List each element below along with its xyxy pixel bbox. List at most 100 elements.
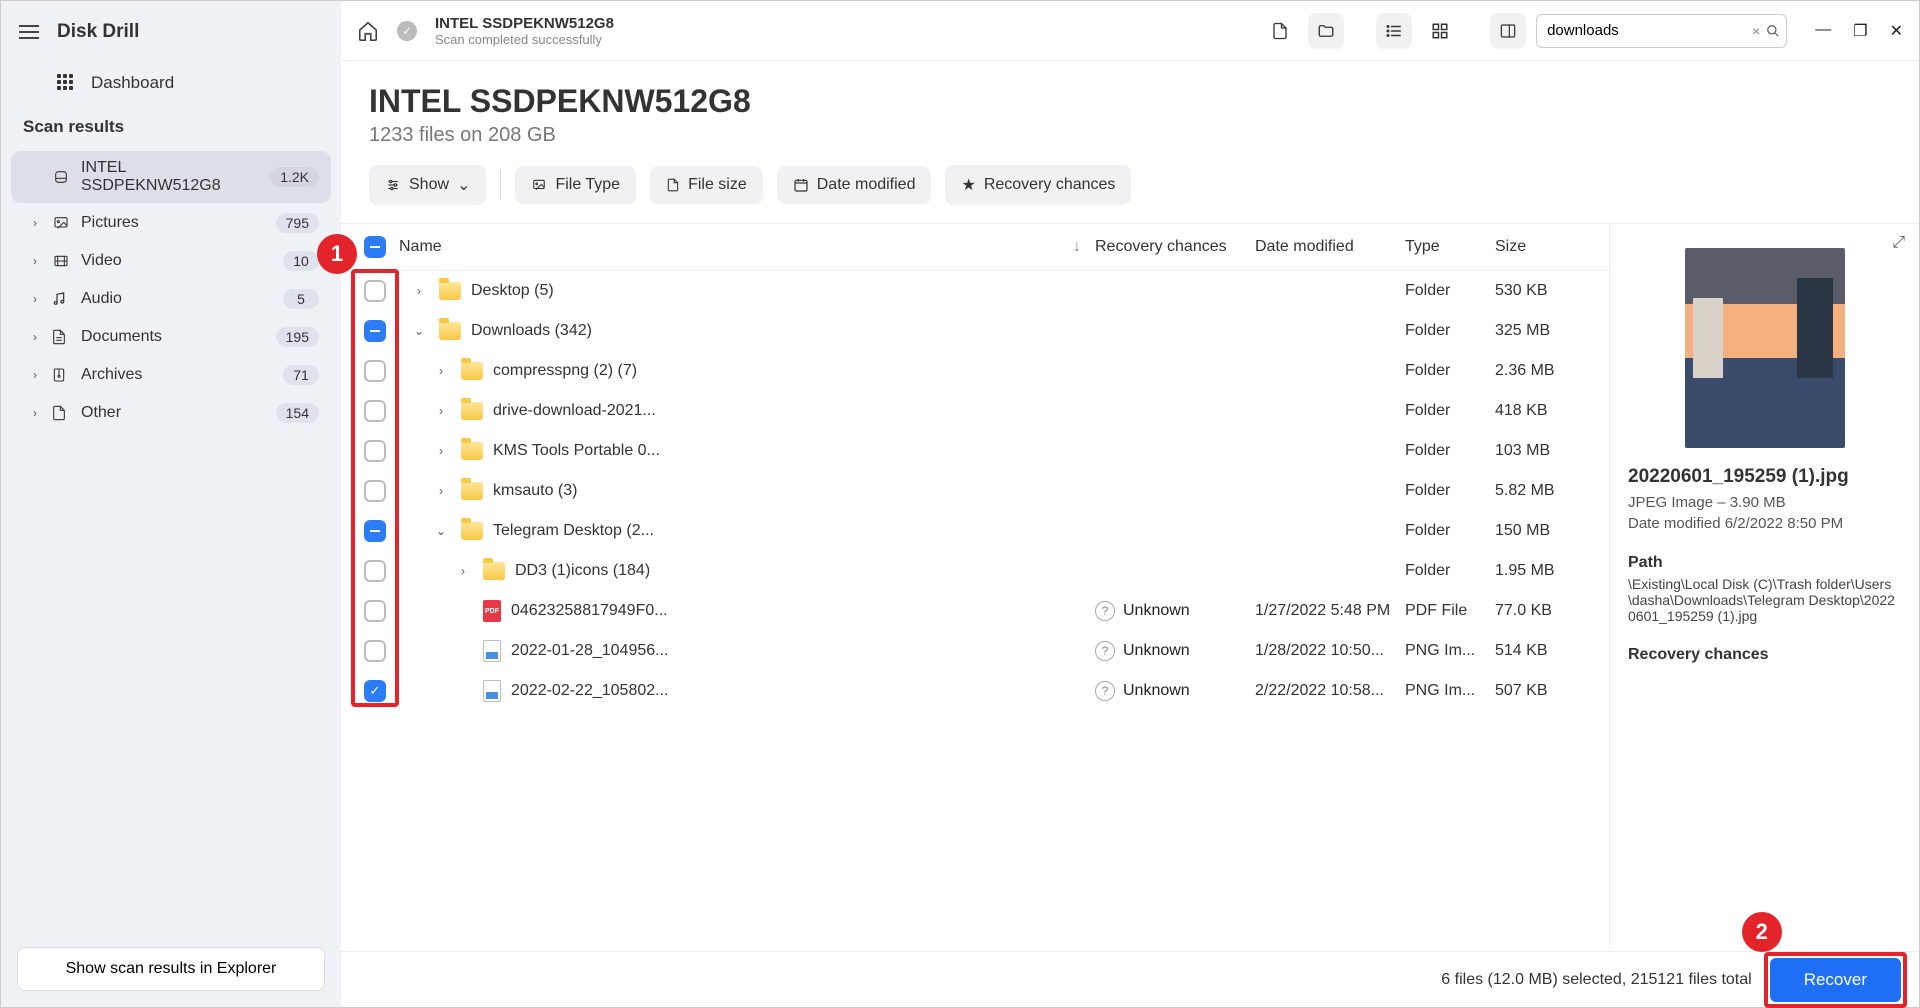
app-title: Disk Drill [57,21,139,43]
size-cell: 507 KB [1495,682,1595,700]
file-row[interactable]: › compresspng (2) (7) Folder 2.36 MB [341,351,1609,391]
size-cell: 514 KB [1495,642,1595,660]
row-checkbox[interactable] [364,560,386,582]
list-view-icon[interactable] [1376,13,1412,49]
grid-view-icon[interactable] [1422,13,1458,49]
expand-icon[interactable]: › [453,564,473,578]
file-row[interactable]: 2022-01-28_104956... ?Unknown 1/28/2022 … [341,631,1609,671]
panel-view-icon[interactable] [1490,13,1526,49]
folder-view-icon[interactable] [1308,13,1344,49]
select-all-checkbox[interactable] [364,236,386,258]
show-in-explorer-button[interactable]: Show scan results in Explorer [17,947,325,991]
count-badge: 71 [283,365,319,385]
maximize-icon[interactable]: ❐ [1853,21,1867,41]
file-row[interactable]: › drive-download-2021... Folder 418 KB [341,391,1609,431]
folder-icon [439,282,461,300]
expand-icon[interactable]: › [431,404,451,418]
sidebar-item-audio[interactable]: › Audio 5 [11,281,331,317]
count-badge: 5 [283,289,319,309]
scan-status: Scan completed successfully [435,32,614,47]
sidebar-item-other[interactable]: › Other 154 [11,395,331,431]
clear-search-icon[interactable]: × [1752,23,1760,39]
search-input[interactable] [1547,22,1746,39]
type-cell: Folder [1405,442,1495,460]
file-row[interactable]: › kmsauto (3) Folder 5.82 MB [341,471,1609,511]
sidebar-item-intel-ssdpeknw-g-[interactable]: INTEL SSDPEKNW512G8 1.2K [11,151,331,203]
expand-icon[interactable]: ⌄ [409,324,429,338]
column-type[interactable]: Type [1405,238,1495,256]
chevron-down-icon: ⌄ [457,175,470,195]
sidebar-item-label: Documents [81,328,268,346]
row-checkbox[interactable] [364,320,386,342]
file-row[interactable]: ⌄ Downloads (342) Folder 325 MB [341,311,1609,351]
file-type-filter[interactable]: File Type [515,166,636,204]
row-checkbox[interactable]: ✓ [364,680,386,702]
file-icon[interactable] [1262,13,1298,49]
expand-icon[interactable]: › [431,364,451,378]
sidebar-dashboard[interactable]: Dashboard [1,63,341,111]
minimize-icon[interactable]: — [1815,21,1831,41]
expand-icon[interactable]: › [409,284,429,298]
column-date[interactable]: Date modified [1255,238,1405,256]
selection-summary: 6 files (12.0 MB) selected, 215121 files… [1441,971,1751,989]
file-row[interactable]: › KMS Tools Portable 0... Folder 103 MB [341,431,1609,471]
file-row[interactable]: PDF 04623258817949F0... ?Unknown 1/27/20… [341,591,1609,631]
column-name[interactable]: Name↓ [395,238,1095,256]
file-row[interactable]: › Desktop (5) Folder 530 KB [341,271,1609,311]
row-checkbox[interactable] [364,520,386,542]
sidebar-item-archives[interactable]: › Archives 71 [11,357,331,393]
footer: 6 files (12.0 MB) selected, 215121 files… [341,951,1919,1007]
sidebar-item-documents[interactable]: › Documents 195 [11,319,331,355]
file-size-filter[interactable]: File size [650,166,763,204]
preview-path: \Existing\Local Disk (C)\Trash folder\Us… [1628,576,1901,624]
row-checkbox[interactable] [364,360,386,382]
expand-icon[interactable]: ⌄ [431,524,451,538]
column-size[interactable]: Size [1495,238,1595,256]
file-name: DD3 (1)icons (184) [515,562,775,580]
app-window: Disk Drill Dashboard Scan results INTEL … [0,0,1920,1008]
file-name: Desktop (5) [471,282,731,300]
page-title: INTEL SSDPEKNW512G8 [369,83,1891,120]
row-checkbox[interactable] [364,400,386,422]
page-subtitle: 1233 files on 208 GB [369,124,1891,147]
chevron-icon: › [33,330,43,344]
row-checkbox[interactable] [364,440,386,462]
expand-icon[interactable]: ⤢ [1892,234,1905,252]
sidebar-item-video[interactable]: › Video 10 [11,243,331,279]
show-filter[interactable]: Show ⌄ [369,165,486,205]
file-name: 2022-01-28_104956... [511,642,771,660]
column-recovery[interactable]: Recovery chances [1095,238,1255,256]
menu-icon[interactable] [19,25,39,39]
expand-icon[interactable]: › [431,444,451,458]
file-name: 04623258817949F0... [511,602,771,620]
row-checkbox[interactable] [364,480,386,502]
dashboard-label: Dashboard [91,73,174,93]
row-checkbox[interactable] [364,280,386,302]
filter-row: Show ⌄ File Type File size Date modified… [341,165,1919,223]
date-modified-filter[interactable]: Date modified [777,166,932,204]
size-cell: 325 MB [1495,322,1595,340]
category-icon [51,327,73,347]
close-icon[interactable]: ✕ [1890,21,1903,41]
search-icon[interactable] [1766,24,1780,38]
home-icon[interactable] [357,20,379,42]
file-row[interactable]: › DD3 (1)icons (184) Folder 1.95 MB [341,551,1609,591]
dashboard-icon [57,74,75,92]
row-checkbox[interactable] [364,600,386,622]
preview-image[interactable] [1685,248,1845,448]
preview-date: Date modified 6/2/2022 8:50 PM [1628,515,1901,532]
recover-button[interactable]: Recover [1770,958,1901,1002]
search-box[interactable]: × [1536,14,1787,48]
sidebar-item-pictures[interactable]: › Pictures 795 [11,205,331,241]
category-icon [51,253,73,269]
recovery-chances-filter[interactable]: ★Recovery chances [945,165,1131,205]
row-checkbox[interactable] [364,640,386,662]
sort-down-icon: ↓ [1073,238,1081,256]
section-title: Scan results [1,111,341,149]
type-cell: Folder [1405,402,1495,420]
file-row[interactable]: ✓ 2022-02-22_105802... ?Unknown 2/22/202… [341,671,1609,711]
file-row[interactable]: ⌄ Telegram Desktop (2... Folder 150 MB [341,511,1609,551]
file-name: drive-download-2021... [493,402,753,420]
expand-icon[interactable]: › [431,484,451,498]
category-icon [51,403,73,423]
